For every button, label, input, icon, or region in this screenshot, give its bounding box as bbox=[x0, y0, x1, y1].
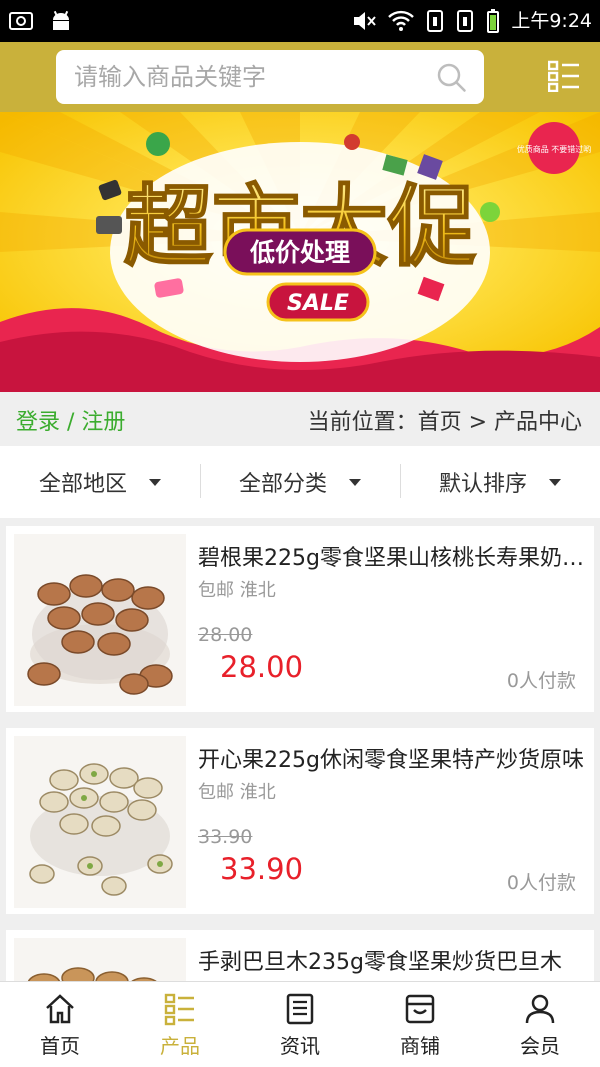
filter-bar: 全部地区 全部分类 默认排序 bbox=[0, 446, 600, 518]
member-icon bbox=[525, 994, 555, 1024]
category-menu-icon[interactable] bbox=[548, 60, 580, 92]
filter-category[interactable]: 全部分类 bbox=[200, 446, 400, 518]
product-price: 33.90 bbox=[220, 852, 304, 886]
battery-icon bbox=[487, 9, 500, 33]
product-title[interactable]: 手剥巴旦木235g零食坚果炒货巴旦木 bbox=[198, 944, 586, 976]
wifi-icon bbox=[388, 10, 415, 31]
nav-store-label: 商铺 bbox=[400, 1034, 440, 1058]
screenshot-icon bbox=[9, 12, 33, 30]
product-old-price: 33.90 bbox=[198, 826, 253, 848]
product-sold-count: 0人付款 bbox=[506, 872, 576, 894]
product-card[interactable]: 碧根果225g零食坚果山核桃长寿果奶油味 包邮 淮北 28.00 28.00 0… bbox=[6, 526, 594, 712]
login-register-link[interactable]: 登录 / 注册 bbox=[16, 404, 125, 436]
search-input[interactable] bbox=[74, 50, 414, 104]
product-title[interactable]: 开心果225g休闲零食坚果特产炒货原味 bbox=[198, 742, 586, 774]
nav-news-label: 资讯 bbox=[280, 1034, 320, 1058]
breadcrumb-row: 登录 / 注册 当前位置：首页 > 产品中心 bbox=[0, 392, 600, 446]
filter-sort[interactable]: 默认排序 bbox=[400, 446, 600, 518]
banner-sale-badge: SALE bbox=[287, 291, 349, 316]
filter-region[interactable]: 全部地区 bbox=[0, 446, 200, 518]
product-list-icon bbox=[164, 993, 194, 1026]
sim1-icon bbox=[427, 10, 444, 32]
status-bar: 上午9:24 bbox=[0, 0, 600, 42]
bottom-nav: 首页 产品 资讯 商铺 会员 bbox=[0, 981, 600, 1067]
nav-products[interactable]: 产品 bbox=[120, 982, 240, 1067]
product-image-pistachios[interactable] bbox=[14, 736, 186, 908]
search-box[interactable] bbox=[56, 50, 484, 104]
product-card[interactable]: 开心果225g休闲零食坚果特产炒货原味 包邮 淮北 33.90 33.90 0人… bbox=[6, 728, 594, 914]
nav-store[interactable]: 商铺 bbox=[360, 982, 480, 1067]
banner-corner-tag: 优质商品 不要错过哟 bbox=[517, 144, 592, 154]
nav-member-label: 会员 bbox=[520, 1034, 560, 1058]
search-icon[interactable] bbox=[436, 62, 468, 94]
nav-products-label: 产品 bbox=[160, 1034, 200, 1058]
nav-home-label: 首页 bbox=[40, 1034, 80, 1058]
promo-banner[interactable]: 超市大促 低价处理 SALE 优质商品 不要错过哟 bbox=[0, 112, 600, 392]
product-tags: 包邮 淮北 bbox=[198, 580, 276, 601]
filter-sort-label: 默认排序 bbox=[438, 472, 527, 497]
product-image-pecans[interactable] bbox=[14, 534, 186, 706]
product-price: 28.00 bbox=[220, 650, 304, 684]
nav-member[interactable]: 会员 bbox=[480, 982, 600, 1067]
product-old-price: 28.00 bbox=[198, 624, 253, 646]
banner-subline: 低价处理 bbox=[249, 238, 350, 267]
news-icon bbox=[286, 993, 314, 1025]
filter-region-label: 全部地区 bbox=[38, 472, 127, 497]
product-tags: 包邮 淮北 bbox=[198, 782, 276, 803]
caret-down-icon bbox=[349, 478, 361, 486]
home-icon bbox=[46, 994, 74, 1024]
store-icon bbox=[405, 994, 435, 1024]
nav-news[interactable]: 资讯 bbox=[240, 982, 360, 1067]
header-bar bbox=[0, 42, 600, 112]
android-icon bbox=[53, 10, 69, 30]
caret-down-icon bbox=[549, 478, 561, 486]
nav-home[interactable]: 首页 bbox=[0, 982, 120, 1067]
product-title[interactable]: 碧根果225g零食坚果山核桃长寿果奶油味 bbox=[198, 540, 586, 572]
mute-icon bbox=[354, 12, 377, 30]
breadcrumb: 当前位置：首页 > 产品中心 bbox=[307, 410, 582, 435]
banner-image: 超市大促 低价处理 SALE 优质商品 不要错过哟 bbox=[0, 112, 600, 392]
status-time: 上午9:24 bbox=[511, 10, 592, 32]
filter-category-label: 全部分类 bbox=[238, 472, 327, 497]
caret-down-icon bbox=[149, 478, 161, 486]
product-sold-count: 0人付款 bbox=[506, 670, 576, 692]
sim2-icon bbox=[457, 10, 474, 32]
